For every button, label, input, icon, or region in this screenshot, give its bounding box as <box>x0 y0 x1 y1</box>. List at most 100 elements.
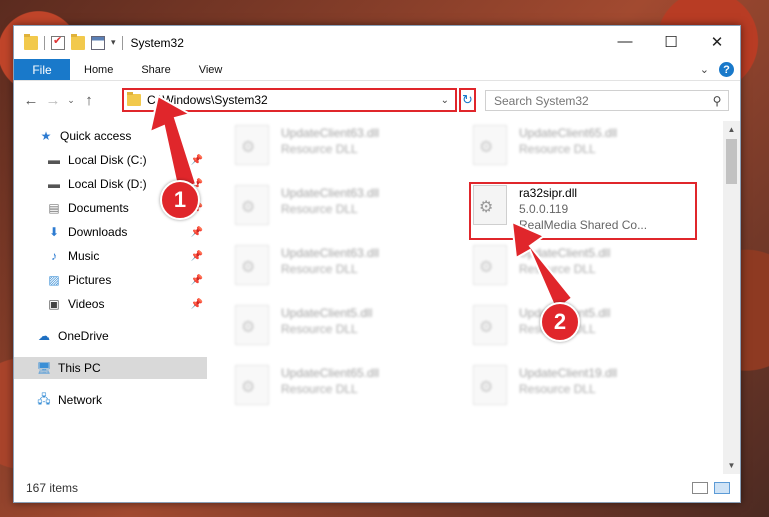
file-name: UpdateClient63.dll <box>281 126 380 140</box>
forward-button[interactable]: → <box>42 92 64 109</box>
dll-file-icon <box>235 185 269 225</box>
sidebar-item-quick-access[interactable]: ★ Quick access <box>14 125 207 147</box>
address-bar[interactable]: C:\Windows\System32 ⌄ <box>122 88 457 112</box>
sidebar-item-label: Local Disk (D:) <box>68 177 147 191</box>
maximize-button[interactable]: ☐ <box>648 26 694 57</box>
sidebar-item-videos[interactable]: ▣ Videos 📌 <box>14 293 207 315</box>
customize-toolbar-chevron-down-icon[interactable]: ▾ <box>111 37 116 48</box>
file-name: UpdateClient65.dll <box>519 126 618 140</box>
search-icon[interactable]: ⚲ <box>706 94 728 108</box>
file-name: UpdateClient63.dll <box>281 186 380 200</box>
pin-icon[interactable]: 📌 <box>191 227 203 238</box>
item-count: 167 items <box>26 481 79 495</box>
folder-icon <box>127 92 141 106</box>
pin-icon[interactable]: 📌 <box>191 275 203 286</box>
sidebar-item-label: This PC <box>58 361 101 375</box>
tab-home[interactable]: Home <box>70 59 127 80</box>
title-bar: ▾ System32 — ☐ ✕ <box>14 26 740 59</box>
sidebar-item-this-pc[interactable]: 🖥 This PC <box>14 357 207 379</box>
sidebar-item-music[interactable]: ♪ Music 📌 <box>14 245 207 267</box>
navigation-bar: ← → ⌄ ↑ C:\Windows\System32 ⌄ ↻ ⚲ <box>14 81 740 119</box>
vertical-scrollbar[interactable]: ▲ ▼ <box>723 121 740 474</box>
file-name: UpdateClient65.dll <box>281 366 380 380</box>
dll-file-icon <box>235 365 269 405</box>
sidebar-item-label: Network <box>58 393 103 407</box>
tab-share[interactable]: Share <box>127 59 184 80</box>
sidebar-item-network[interactable]: 🖧 Network <box>14 389 207 411</box>
computer-monitor-icon: 🖥 <box>36 361 52 375</box>
file-type: Resource DLL <box>281 382 358 396</box>
tab-file[interactable]: File <box>14 59 70 80</box>
refresh-button[interactable]: ↻ <box>459 88 476 112</box>
main-area: ★ Quick access ▬ Local Disk (C:) 📌 ▬ Loc… <box>14 121 740 474</box>
recent-locations-button[interactable]: ⌄ <box>64 95 78 106</box>
new-folder-icon[interactable] <box>71 33 85 50</box>
tab-view[interactable]: View <box>185 59 237 80</box>
scroll-down-arrow-icon[interactable]: ▼ <box>723 457 740 474</box>
address-history-chevron-down-icon[interactable]: ⌄ <box>441 95 455 106</box>
details-view-icon[interactable] <box>692 482 708 494</box>
file-item[interactable]: UpdateClient5.dll Resource DLL <box>235 305 435 353</box>
quick-access-toolbar: ▾ <box>24 33 123 50</box>
pin-icon[interactable]: 📌 <box>191 251 203 262</box>
file-explorer-window: ▾ System32 — ☐ ✕ File Home Share View ⌄ … <box>13 25 741 503</box>
file-item[interactable]: UpdateClient65.dll Resource DLL <box>235 365 435 413</box>
dll-file-icon <box>473 305 507 345</box>
close-button[interactable]: ✕ <box>694 26 740 57</box>
film-icon: ▣ <box>48 297 60 311</box>
file-type: Resource DLL <box>519 142 596 156</box>
sidebar-item-local-disk-c[interactable]: ▬ Local Disk (C:) 📌 <box>14 149 207 171</box>
file-item[interactable]: UpdateClient63.dll Resource DLL <box>235 125 435 173</box>
pin-icon[interactable]: 📌 <box>191 155 203 166</box>
navigation-pane: ★ Quick access ▬ Local Disk (C:) 📌 ▬ Loc… <box>14 121 207 474</box>
sidebar-item-onedrive[interactable]: ☁ OneDrive <box>14 325 207 347</box>
callout-1: 1 <box>160 180 200 220</box>
sidebar-item-label: Downloads <box>68 225 128 239</box>
file-type: Resource DLL <box>281 202 358 216</box>
file-list: UpdateClient63.dll Resource DLL UpdateCli… <box>207 121 740 474</box>
sidebar-item-pictures[interactable]: ▨ Pictures 📌 <box>14 269 207 291</box>
ribbon-right: ⌄ ? <box>700 59 740 80</box>
file-type: Resource DLL <box>281 142 358 156</box>
sidebar-item-label: Videos <box>68 297 105 311</box>
status-bar: 167 items <box>14 474 740 502</box>
file-item[interactable]: UpdateClient65.dll Resource DLL <box>473 125 673 173</box>
dll-file-icon <box>235 125 269 165</box>
view-properties-icon[interactable] <box>91 35 105 50</box>
dll-file-icon <box>473 245 507 285</box>
document-icon: ▤ <box>48 201 60 215</box>
expand-ribbon-chevron-down-icon[interactable]: ⌄ <box>700 63 709 76</box>
help-icon[interactable]: ? <box>719 62 734 77</box>
search-input[interactable] <box>494 93 706 108</box>
file-item[interactable]: UpdateClient63.dll Resource DLL <box>235 185 435 233</box>
sidebar-item-downloads[interactable]: ⬇ Downloads 📌 <box>14 221 207 243</box>
back-button[interactable]: ← <box>20 92 42 109</box>
scroll-thumb[interactable] <box>726 139 737 184</box>
file-type: Resource DLL <box>281 322 358 336</box>
sidebar-item-label: Local Disk (C:) <box>68 153 147 167</box>
star-icon: ★ <box>40 129 52 143</box>
drive-icon: ▬ <box>48 177 60 191</box>
view-toggle <box>692 482 740 494</box>
search-box[interactable]: ⚲ <box>485 90 729 111</box>
file-item[interactable]: UpdateClient19.dll Resource DLL <box>473 365 673 413</box>
sidebar-item-label: Quick access <box>60 129 132 143</box>
file-name: UpdateClient63.dll <box>281 246 380 260</box>
file-name: UpdateClient5.dll <box>519 246 611 260</box>
properties-check-icon[interactable] <box>51 34 65 50</box>
up-button[interactable]: ↑ <box>78 92 100 109</box>
dll-file-icon <box>473 365 507 405</box>
file-item[interactable]: UpdateClient63.dll Resource DLL <box>235 245 435 293</box>
file-highlight-box <box>469 182 697 240</box>
minimize-button[interactable]: — <box>602 26 648 57</box>
file-type: Resource DLL <box>281 262 358 276</box>
window-controls: — ☐ ✕ <box>602 26 740 57</box>
drive-icon: ▬ <box>48 153 60 167</box>
folder-icon <box>24 33 38 50</box>
pin-icon[interactable]: 📌 <box>191 299 203 310</box>
large-icons-view-icon[interactable] <box>714 482 730 494</box>
picture-icon: ▨ <box>48 273 60 287</box>
scroll-up-arrow-icon[interactable]: ▲ <box>723 121 740 138</box>
refresh-icon: ↻ <box>462 92 473 107</box>
file-item[interactable]: UpdateClient5.dll Resource DLL <box>473 245 673 293</box>
